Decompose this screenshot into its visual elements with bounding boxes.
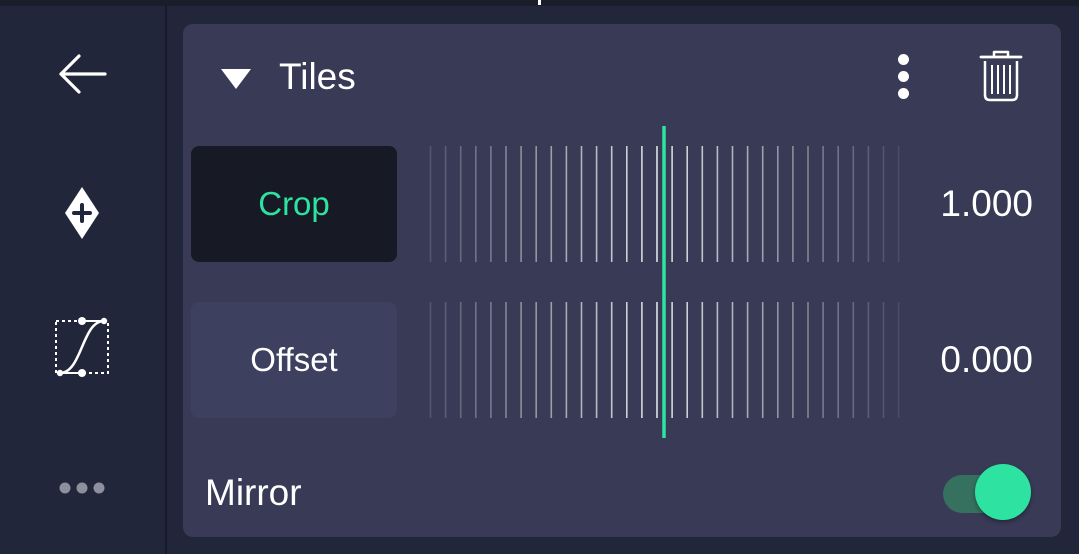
crop-button[interactable]: Crop xyxy=(191,146,397,262)
more-vertical-button[interactable] xyxy=(883,50,923,102)
playhead-marker xyxy=(538,0,541,5)
easing-curve-icon xyxy=(55,317,109,377)
crop-dial[interactable] xyxy=(417,126,917,282)
back-arrow-icon xyxy=(59,54,107,94)
param-row-offset: Offset 0.000 xyxy=(191,282,1053,438)
delete-button[interactable] xyxy=(975,48,1027,104)
add-keyframe-button[interactable] xyxy=(42,183,122,243)
tiles-panel: Tiles Crop 1.000 Offset 0.000 Mirror xyxy=(183,24,1061,537)
easing-curve-button[interactable] xyxy=(42,317,122,377)
add-keyframe-icon xyxy=(65,187,99,239)
offset-value[interactable]: 0.000 xyxy=(940,302,1033,418)
offset-dial[interactable] xyxy=(417,282,917,438)
more-options-button[interactable] xyxy=(42,458,122,518)
mirror-label: Mirror xyxy=(205,472,302,513)
sidebar xyxy=(0,6,165,554)
crop-value[interactable]: 1.000 xyxy=(940,146,1033,262)
collapse-toggle[interactable] xyxy=(219,64,253,94)
trash-icon xyxy=(979,50,1023,102)
sidebar-divider xyxy=(165,6,167,554)
param-row-crop: Crop 1.000 xyxy=(191,126,1053,282)
more-vertical-icon xyxy=(897,53,909,65)
panel-title: Tiles xyxy=(279,56,356,97)
offset-button[interactable]: Offset xyxy=(191,302,397,418)
triangle-down-icon xyxy=(221,69,251,89)
back-button[interactable] xyxy=(42,44,122,104)
mirror-toggle[interactable] xyxy=(941,464,1033,522)
more-horizontal-icon xyxy=(59,482,105,494)
toggle-knob xyxy=(975,464,1031,520)
